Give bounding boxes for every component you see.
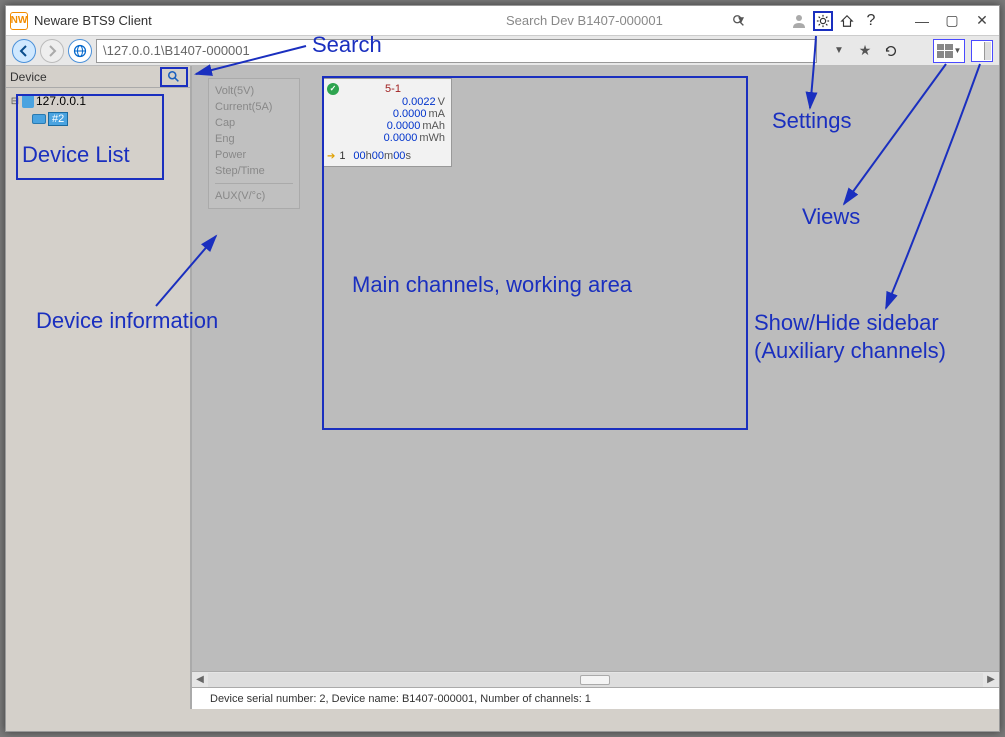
close-button[interactable]: ✕	[969, 12, 995, 29]
device-panel-header: Device	[6, 66, 190, 88]
devinfo-row: Power	[215, 147, 293, 163]
search-icon	[167, 70, 181, 84]
channel-time-row: ➔ 1 00h00m00s	[327, 150, 447, 162]
devinfo-row: Cap	[215, 115, 293, 131]
home-icon[interactable]	[837, 11, 857, 31]
app-title: Neware BTS9 Client	[34, 13, 152, 28]
device-panel-title: Device	[10, 70, 47, 84]
tree-root-row[interactable]: ⊟ 127.0.0.1	[10, 92, 186, 110]
help-icon[interactable]: ?	[861, 11, 881, 31]
minimize-button[interactable]: —	[909, 13, 935, 29]
settings-button[interactable]	[813, 11, 833, 31]
devinfo-aux: AUX(V/°c)	[215, 183, 293, 204]
address-bar[interactable]: \127.0.0.1\B1407-000001	[96, 39, 817, 63]
navigation-toolbar: \127.0.0.1\B1407-000001 ▼ ★ ▼	[6, 36, 999, 66]
channel-cap: 0.0000mAh	[327, 120, 447, 132]
devinfo-row: Current(5A)	[215, 99, 293, 115]
device-search-button[interactable]	[160, 67, 188, 87]
user-icon[interactable]	[789, 11, 809, 31]
chevron-down-icon: ▼	[954, 46, 962, 55]
refresh-icon[interactable]	[881, 41, 901, 61]
favorite-icon[interactable]: ★	[855, 41, 875, 61]
status-text: Device serial number: 2, Device name: B1…	[210, 693, 591, 705]
device-info-card: Volt(5V) Current(5A) Cap Eng Power Step/…	[208, 78, 300, 209]
channel-card[interactable]: ✓ 5-1 0.0022V 0.0000mA 0.0000mAh 0.0000m…	[322, 78, 452, 167]
status-bar: Device serial number: 2, Device name: B1…	[192, 687, 999, 709]
horizontal-scrollbar[interactable]: ◀ ▶	[192, 671, 999, 687]
nav-home-button[interactable]	[68, 39, 92, 63]
search-placeholder-text: Search Dev B1407-000001	[506, 13, 663, 28]
device-badge: #2	[48, 112, 68, 126]
dropdown-icon[interactable]: ▼	[829, 41, 849, 61]
device-icon	[32, 114, 46, 124]
nav-forward-button[interactable]	[40, 39, 64, 63]
nav-back-button[interactable]	[12, 39, 36, 63]
scroll-left-icon[interactable]: ◀	[192, 674, 208, 685]
channel-volt: 0.0022V	[327, 96, 447, 108]
devinfo-row: Eng	[215, 131, 293, 147]
channel-current: 0.0000mA	[327, 108, 447, 120]
device-tree: ⊟ 127.0.0.1 #2	[6, 88, 190, 132]
work-area: Volt(5V) Current(5A) Cap Eng Power Step/…	[192, 66, 999, 709]
search-device-input[interactable]: Search Dev B1407-000001 ▼	[501, 10, 751, 32]
scroll-track[interactable]	[208, 673, 983, 687]
arrow-right-icon: ➔	[327, 151, 335, 162]
devinfo-row: Step/Time	[215, 163, 293, 179]
device-panel: Device ⊟ 127.0.0.1 #2	[6, 66, 192, 709]
address-text: \127.0.0.1\B1407-000001	[103, 43, 250, 58]
channel-energy: 0.0000mWh	[327, 132, 447, 144]
views-button[interactable]: ▼	[933, 39, 965, 63]
devinfo-row: Volt(5V)	[215, 83, 293, 99]
search-icon[interactable]	[732, 14, 746, 28]
maximize-button[interactable]: ▢	[939, 12, 965, 29]
titlebar: NW Neware BTS9 Client Search Dev B1407-0…	[6, 6, 999, 36]
scroll-thumb[interactable]	[580, 675, 610, 685]
scroll-right-icon[interactable]: ▶	[983, 674, 999, 685]
app-logo-icon: NW	[10, 12, 28, 30]
grid-icon	[937, 44, 953, 58]
status-ok-icon: ✓	[327, 83, 339, 95]
tree-root-ip: 127.0.0.1	[36, 94, 86, 108]
channel-step: 1	[339, 150, 349, 162]
tree-child-row[interactable]: #2	[32, 110, 186, 128]
channel-id: 5-1	[339, 83, 447, 95]
toggle-sidebar-button[interactable]	[971, 40, 993, 62]
tree-collapse-icon[interactable]: ⊟	[10, 96, 20, 107]
channel-time: 00h00m00s	[353, 150, 411, 162]
server-icon	[22, 94, 34, 108]
